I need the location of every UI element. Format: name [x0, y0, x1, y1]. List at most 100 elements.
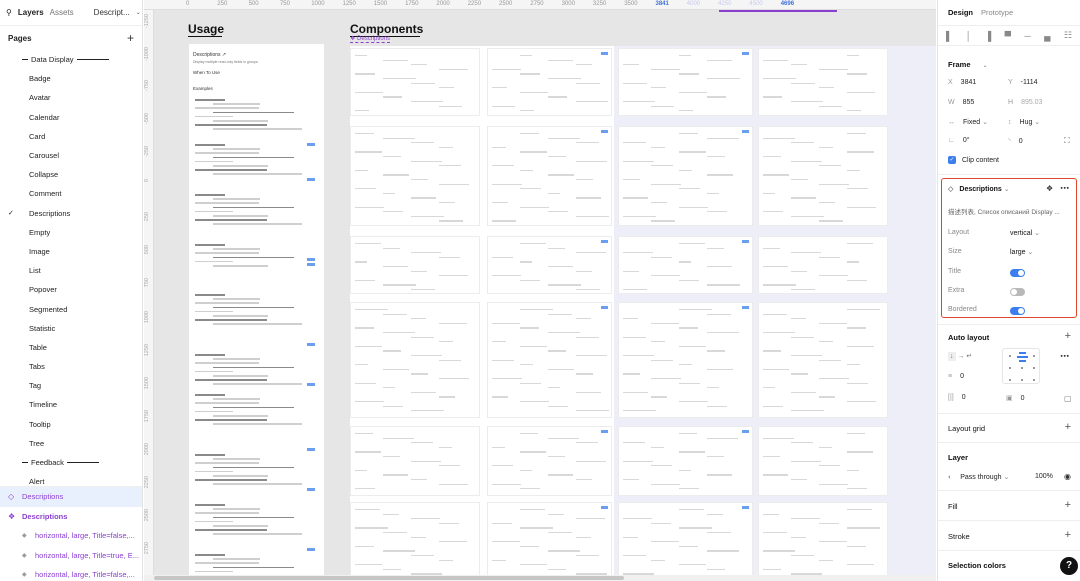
horizontal-direction-icon[interactable]: → — [957, 353, 964, 360]
page-item[interactable]: Collapse — [0, 165, 142, 184]
component-variant[interactable] — [487, 302, 612, 418]
add-page-icon[interactable]: + — [127, 31, 134, 45]
component-variant[interactable] — [618, 236, 753, 294]
independent-corners-icon[interactable]: ⛶ — [1064, 136, 1070, 146]
page-item[interactable]: Table — [0, 338, 142, 357]
component-variant[interactable] — [618, 502, 753, 579]
component-variant[interactable] — [487, 126, 612, 226]
page-item[interactable]: Avatar — [0, 88, 142, 107]
component-variant[interactable] — [758, 426, 888, 496]
auto-layout-more-icon[interactable]: ⋯ — [1060, 351, 1069, 362]
go-to-main-component-icon[interactable]: ❖ — [1046, 184, 1053, 193]
tab-layers[interactable]: Layers — [18, 8, 44, 17]
page-item[interactable]: Tabs — [0, 357, 142, 376]
page-item[interactable]: Image — [0, 242, 142, 261]
add-auto-layout-icon[interactable]: + — [1065, 330, 1071, 342]
more-options-icon[interactable]: ⋯ — [1060, 183, 1069, 194]
add-fill-icon[interactable]: + — [1065, 499, 1071, 511]
align-center-v-icon[interactable]: ─ — [1024, 31, 1030, 41]
property-select-size[interactable]: large ⌄ — [1010, 248, 1033, 256]
padding-v-field[interactable]: ▣ 0 — [1006, 394, 1025, 402]
page-item[interactable]: Data Display — [0, 50, 142, 69]
component-variant[interactable] — [758, 302, 888, 418]
y-field[interactable]: Y -1114 — [1008, 79, 1038, 86]
component-variant[interactable] — [618, 48, 753, 116]
component-variant[interactable] — [350, 426, 480, 496]
chevron-down-icon[interactable]: ⌄ — [983, 63, 988, 69]
page-item[interactable]: Card — [0, 127, 142, 146]
page-item[interactable]: List — [0, 261, 142, 280]
horizontal-scrollbar[interactable] — [144, 575, 936, 581]
layer-row[interactable]: ◆ horizontal, large, Title=false,... — [0, 526, 142, 546]
layer-row[interactable]: ❖ Descriptions — [0, 507, 142, 527]
component-variant[interactable] — [618, 126, 753, 226]
radius-field[interactable]: ◝ 0 — [1008, 137, 1023, 145]
clip-content-checkbox[interactable]: ✓ Clip content — [948, 156, 999, 164]
direction-buttons[interactable]: ↓ → ↵ — [948, 352, 972, 361]
page-item[interactable]: Segmented — [0, 299, 142, 318]
visibility-eye-icon[interactable]: ◉ — [1064, 472, 1071, 481]
h-field[interactable]: H 895.03 — [1008, 99, 1042, 106]
width-mode-select[interactable]: ↔ Fixed ⌄ — [948, 118, 988, 126]
toggle-bordered[interactable] — [1010, 307, 1025, 315]
page-item[interactable]: Popover — [0, 280, 142, 299]
wrap-icon[interactable]: ↵ — [966, 353, 972, 360]
add-stroke-icon[interactable]: + — [1065, 529, 1071, 541]
component-variant[interactable] — [487, 502, 612, 579]
toggle-title[interactable] — [1010, 269, 1025, 277]
usage-frame[interactable]: Descriptions ↗ Display multiple read-onl… — [189, 44, 324, 581]
distribute-icon[interactable]: ☷ — [1064, 30, 1072, 41]
blend-mode-select[interactable]: ◐ Pass through ⌄ — [948, 473, 1009, 481]
page-item[interactable]: Comment — [0, 184, 142, 203]
align-center-h-icon[interactable]: │ — [966, 31, 972, 41]
page-item[interactable]: Calendar — [0, 108, 142, 127]
height-mode-select[interactable]: ↕ Hug ⌄ — [1008, 118, 1040, 126]
page-item[interactable]: Badge — [0, 69, 142, 88]
help-button[interactable]: ? — [1060, 557, 1078, 575]
add-layout-grid-icon[interactable]: + — [1065, 421, 1071, 433]
w-field[interactable]: W 855 — [948, 99, 974, 106]
page-item[interactable]: Feedback — [0, 453, 142, 472]
component-variant[interactable] — [758, 502, 888, 579]
current-page-dropdown[interactable]: Descript... — [94, 8, 130, 17]
individual-padding-icon[interactable]: ▢ — [1064, 394, 1072, 403]
item-spacing-field[interactable]: ≡ 0 — [948, 373, 964, 380]
page-item[interactable]: Tree — [0, 434, 142, 453]
component-variant[interactable] — [350, 502, 480, 579]
page-item[interactable]: Carousel — [0, 146, 142, 165]
component-variant[interactable] — [758, 48, 888, 116]
canvas[interactable]: 0 250 500 750 1000 1250 1500 1750 2000 2250 2500 27… — [144, 0, 936, 581]
layer-row[interactable]: ◆ horizontal, large, Title=false,... — [0, 565, 142, 581]
layer-row[interactable]: ◆ horizontal, large, Title=true, E... — [0, 546, 142, 566]
align-left-icon[interactable]: ▌ — [946, 31, 952, 41]
search-icon[interactable]: ⚲ — [6, 8, 12, 17]
rotation-field[interactable]: ∟ 0° — [948, 137, 970, 144]
component-variant[interactable] — [487, 48, 612, 116]
component-variant[interactable] — [758, 126, 888, 226]
tab-design[interactable]: Design — [948, 8, 973, 17]
page-item[interactable]: Timeline — [0, 395, 142, 414]
tab-prototype[interactable]: Prototype — [981, 8, 1013, 17]
component-variant[interactable] — [350, 126, 480, 226]
page-item[interactable]: Tooltip — [0, 415, 142, 434]
page-item[interactable]: Empty — [0, 223, 142, 242]
component-variant[interactable] — [487, 236, 612, 294]
page-item[interactable]: Tag — [0, 376, 142, 395]
page-item[interactable]: ✓ Descriptions — [0, 204, 142, 223]
tab-assets[interactable]: Assets — [50, 8, 74, 17]
component-name[interactable]: ◇ Descriptions ⌄ — [948, 185, 1010, 193]
chevron-down-icon[interactable]: ⌄ — [136, 9, 141, 16]
x-field[interactable]: X 3841 — [948, 79, 976, 86]
align-top-icon[interactable]: ▀ — [1005, 31, 1011, 41]
align-bottom-icon[interactable]: ▄ — [1044, 31, 1050, 41]
opacity-field[interactable]: 100% — [1035, 473, 1053, 480]
padding-h-field[interactable]: [|] 0 — [948, 394, 966, 401]
toggle-extra[interactable] — [1010, 288, 1025, 296]
alignment-grid[interactable] — [1002, 348, 1040, 384]
align-right-icon[interactable]: ▐ — [985, 31, 991, 41]
page-item[interactable]: Statistic — [0, 319, 142, 338]
components-tag[interactable]: ❖ Descriptions — [350, 35, 391, 43]
component-variant[interactable] — [350, 302, 480, 418]
property-select-layout[interactable]: vertical ⌄ — [1010, 229, 1040, 237]
layer-row[interactable]: ◇ Descriptions — [0, 487, 142, 507]
